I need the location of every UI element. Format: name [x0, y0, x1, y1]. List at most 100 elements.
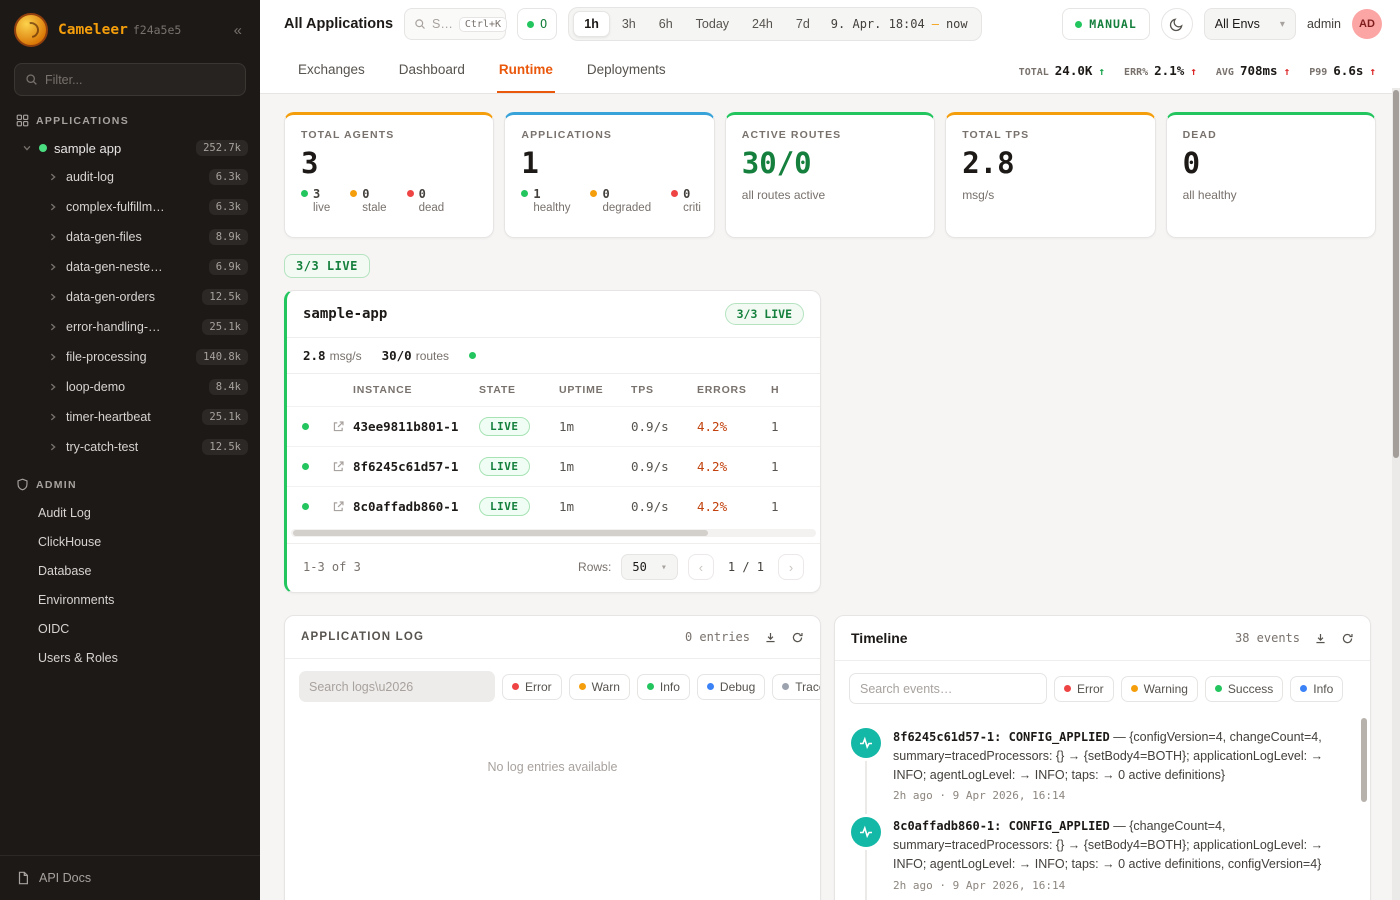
- download-icon[interactable]: [1314, 632, 1327, 645]
- sidebar-item-data-gen-orders[interactable]: data-gen-orders12.5k: [0, 282, 260, 312]
- next-page-button[interactable]: ›: [778, 554, 804, 580]
- sidebar-collapse-button[interactable]: «: [228, 20, 248, 41]
- online-label: O: [540, 17, 547, 31]
- column-errors: ERRORS: [697, 384, 771, 396]
- refresh-icon[interactable]: [791, 631, 804, 644]
- tree-item-label: timer-heartbeat: [66, 410, 151, 424]
- live-badge: 3/3 LIVE: [725, 303, 804, 325]
- timeline-search-input[interactable]: [860, 682, 1036, 696]
- previous-page-button[interactable]: ‹: [688, 554, 714, 580]
- sidebar-item-complex-fulfillment[interactable]: complex-fulfillm…6.3k: [0, 192, 260, 222]
- metric-routes: 30/0routes: [382, 348, 449, 363]
- sidebar-item-file-processing[interactable]: file-processing140.8k: [0, 342, 260, 372]
- sidebar-item-sample-app[interactable]: sample app 252.7k: [0, 134, 260, 162]
- dark-mode-toggle[interactable]: [1161, 8, 1193, 40]
- h-value: 1: [771, 499, 821, 514]
- status-dot: [1215, 685, 1222, 692]
- timeline-scrollbar-thumb[interactable]: [1361, 718, 1367, 802]
- chevron-down-icon: ▾: [1280, 19, 1285, 30]
- log-filter-info[interactable]: Info: [637, 674, 690, 700]
- sidebar-item-loop-demo[interactable]: loop-demo8.4k: [0, 372, 260, 402]
- range-button-1h[interactable]: 1h: [573, 11, 610, 37]
- sidebar-item-users-roles[interactable]: Users & Roles: [0, 643, 260, 672]
- stat-title: TOTAL TPS: [962, 129, 1138, 141]
- range-button-3h[interactable]: 3h: [611, 11, 647, 37]
- instance-row[interactable]: 8c0affadb860-1 LIVE 1m 0.9/s 4.2% 1: [287, 486, 821, 526]
- sidebar-item-audit-log-admin[interactable]: Audit Log: [0, 498, 260, 527]
- log-filter-debug[interactable]: Debug: [697, 674, 765, 700]
- main-area: All Applications S… Ctrl+K O 1h 3h 6h To…: [260, 0, 1400, 900]
- log-filter-error[interactable]: Error: [502, 674, 562, 700]
- status-dot: [350, 190, 357, 197]
- stat-cards-row: TOTAL AGENTS 3 3live 0stale 0dead APPLIC…: [284, 112, 1376, 238]
- content: TOTAL AGENTS 3 3live 0stale 0dead APPLIC…: [260, 94, 1400, 900]
- sidebar-filter-input[interactable]: [45, 73, 235, 87]
- log-filter-trace[interactable]: Trace: [772, 674, 821, 700]
- api-docs-link[interactable]: API Docs: [0, 855, 260, 900]
- range-button-24h[interactable]: 24h: [741, 11, 784, 37]
- sidebar-item-error-handling[interactable]: error-handling-…25.1k: [0, 312, 260, 342]
- date-from: 9. Apr. 18:04: [831, 17, 925, 31]
- timeline-filter-error[interactable]: Error: [1054, 676, 1114, 702]
- rows-per-page-select[interactable]: 50▾: [621, 554, 677, 580]
- horizontal-scrollbar[interactable]: [291, 529, 816, 537]
- download-icon[interactable]: [764, 631, 777, 644]
- kpi-avg-latency: AVG708ms↑: [1216, 63, 1290, 78]
- sidebar-item-data-gen-nested[interactable]: data-gen-neste…6.9k: [0, 252, 260, 282]
- avatar[interactable]: AD: [1352, 9, 1382, 39]
- tab-deployments[interactable]: Deployments: [585, 48, 668, 93]
- stat-value: 1: [521, 148, 697, 180]
- application-card-sample-app: sample-app 3/3 LIVE 2.8msg/s 30/0routes …: [284, 290, 821, 593]
- environment-select[interactable]: All Envs ▾: [1204, 8, 1296, 40]
- status-dot: [512, 683, 519, 690]
- external-link-icon[interactable]: [332, 460, 345, 473]
- stat-title: TOTAL AGENTS: [301, 129, 477, 141]
- timeline-filter-info[interactable]: Info: [1290, 676, 1343, 702]
- timeline-filter-warning[interactable]: Warning: [1121, 676, 1198, 702]
- external-link-icon[interactable]: [332, 500, 345, 513]
- chevron-down-icon: ▾: [661, 562, 667, 573]
- status-dot: [407, 190, 414, 197]
- sidebar-item-try-catch-test[interactable]: try-catch-test12.5k: [0, 432, 260, 462]
- tab-runtime[interactable]: Runtime: [497, 48, 555, 93]
- timeline-scrollbar[interactable]: [1361, 714, 1367, 900]
- sidebar-item-timer-heartbeat[interactable]: timer-heartbeat25.1k: [0, 402, 260, 432]
- log-search-input[interactable]: [309, 680, 485, 694]
- timeline-filter-success[interactable]: Success: [1205, 676, 1283, 702]
- trend-up-icon: ↑: [1284, 65, 1291, 78]
- external-link-icon[interactable]: [332, 420, 345, 433]
- status-dot: [1300, 685, 1307, 692]
- sidebar-item-environments[interactable]: Environments: [0, 585, 260, 614]
- status-dot: [707, 683, 714, 690]
- tab-exchanges[interactable]: Exchanges: [296, 48, 367, 93]
- uptime-value: 1m: [559, 499, 631, 514]
- manual-mode-button[interactable]: MANUAL: [1062, 8, 1150, 40]
- stat-subtitle: msg/s: [962, 188, 1138, 202]
- online-indicator[interactable]: O: [517, 8, 557, 40]
- sidebar-item-audit-log[interactable]: audit-log6.3k: [0, 162, 260, 192]
- sidebar-item-clickhouse[interactable]: ClickHouse: [0, 527, 260, 556]
- tab-dashboard[interactable]: Dashboard: [397, 48, 467, 93]
- global-search[interactable]: S… Ctrl+K: [404, 8, 506, 40]
- uptime-value: 1m: [559, 459, 631, 474]
- status-dot-green: [302, 503, 309, 510]
- instance-row[interactable]: 43ee9811b801-1 LIVE 1m 0.9/s 4.2% 1: [287, 406, 821, 446]
- status-dot: [647, 683, 654, 690]
- window-scrollbar[interactable]: [1392, 88, 1400, 900]
- admin-section-header: ADMIN: [0, 462, 260, 498]
- window-scrollbar-thumb[interactable]: [1393, 90, 1399, 458]
- sidebar-item-data-gen-files[interactable]: data-gen-files8.9k: [0, 222, 260, 252]
- refresh-icon[interactable]: [1341, 632, 1354, 645]
- sidebar-item-oidc[interactable]: OIDC: [0, 614, 260, 643]
- range-button-6h[interactable]: 6h: [648, 11, 684, 37]
- range-button-today[interactable]: Today: [685, 11, 740, 37]
- horizontal-scrollbar-thumb[interactable]: [293, 530, 708, 536]
- sidebar-item-database[interactable]: Database: [0, 556, 260, 585]
- brand: Cameleerf24a5e5: [58, 22, 181, 38]
- document-icon: [16, 871, 30, 885]
- instance-row[interactable]: 8f6245c61d57-1 LIVE 1m 0.9/s 4.2% 1: [287, 446, 821, 486]
- count-badge: 25.1k: [202, 319, 248, 335]
- timeline-event: 8c0affadb860-1: CONFIG_APPLIED — {change…: [851, 817, 1348, 891]
- log-filter-warn[interactable]: Warn: [569, 674, 630, 700]
- range-button-7d[interactable]: 7d: [785, 11, 821, 37]
